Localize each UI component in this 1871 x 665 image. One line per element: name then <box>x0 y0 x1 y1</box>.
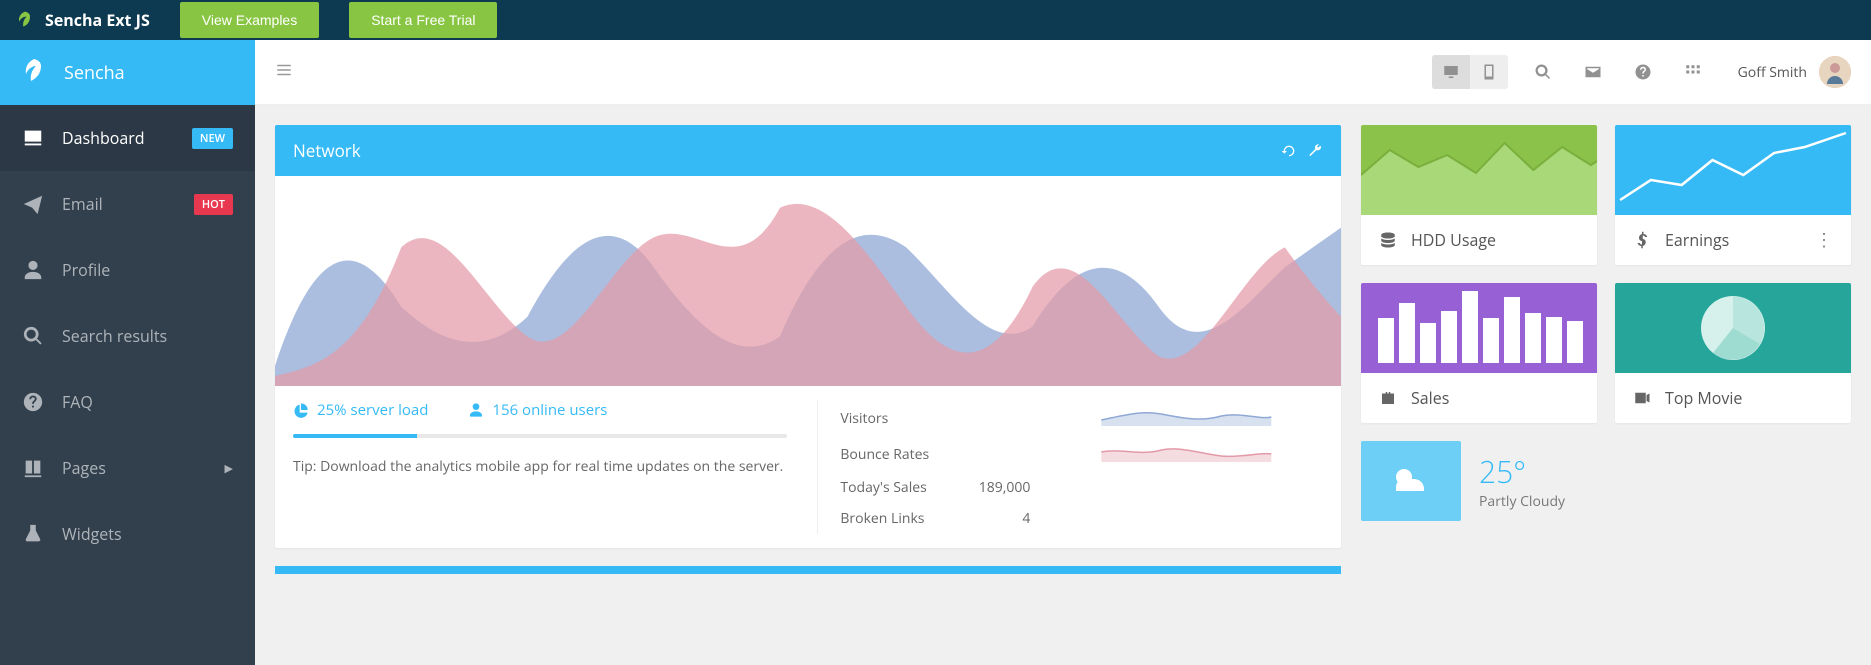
sidebar-item-search[interactable]: Search results <box>0 303 255 369</box>
topmovie-chart <box>1615 283 1851 373</box>
content-area: Network <box>255 105 1871 594</box>
book-icon <box>22 457 44 479</box>
sidebar-item-dashboard[interactable]: Dashboard NEW <box>0 105 255 171</box>
avatar <box>1819 56 1851 88</box>
header-help-button[interactable] <box>1628 57 1658 87</box>
view-mode-toggle <box>1432 55 1508 89</box>
tip-text: Tip: Download the analytics mobile app f… <box>293 456 787 477</box>
wrench-icon[interactable] <box>1307 143 1323 159</box>
hamburger-icon[interactable] <box>275 65 293 84</box>
online-users-stat: 156 online users <box>468 400 607 420</box>
question-icon <box>22 391 44 413</box>
flask-icon <box>22 523 44 545</box>
header-bar: Goff Smith <box>255 40 1871 105</box>
hot-badge: HOT <box>194 194 233 215</box>
banner-logo: Sencha Ext JS <box>15 9 150 31</box>
monitor-icon <box>22 127 44 149</box>
database-icon <box>1379 231 1397 249</box>
stat-sales: Today's Sales 189,000 <box>840 472 1323 503</box>
server-load-progress <box>293 434 787 438</box>
tablet-view-button[interactable] <box>1470 55 1508 89</box>
tile-label: Earnings <box>1665 229 1801 251</box>
sidebar-item-label: Dashboard <box>62 127 174 149</box>
topmovie-tile[interactable]: Top Movie <box>1615 283 1851 423</box>
network-stats-row: 25% server load 156 online users Tip: Do… <box>275 386 1341 548</box>
sidebar-item-label: Profile <box>62 259 233 281</box>
paper-plane-icon <box>22 193 44 215</box>
tile-label: HDD Usage <box>1411 229 1579 251</box>
network-chart <box>275 176 1341 386</box>
user-menu[interactable]: Goff Smith <box>1738 56 1851 88</box>
user-icon <box>22 259 44 281</box>
tile-label: Top Movie <box>1665 387 1833 409</box>
sidebar-item-label: Search results <box>62 325 233 347</box>
banner-title: Sencha Ext JS <box>45 9 150 31</box>
header-apps-button[interactable] <box>1678 57 1708 87</box>
network-panel-header: Network <box>275 125 1341 176</box>
refresh-icon[interactable] <box>1281 143 1297 159</box>
sidebar-item-email[interactable]: Email HOT <box>0 171 255 237</box>
sidebar-item-pages[interactable]: Pages ▶ <box>0 435 255 501</box>
sidebar: Sencha Dashboard NEW Email HOT Profile S… <box>0 40 255 665</box>
weather-condition: Partly Cloudy <box>1479 492 1565 511</box>
sales-tile[interactable]: Sales <box>1361 283 1597 423</box>
new-badge: NEW <box>192 128 233 149</box>
network-panel: Network <box>275 125 1341 548</box>
hdd-chart <box>1361 125 1597 215</box>
briefcase-icon <box>1379 389 1397 407</box>
weather-icon <box>1361 441 1461 521</box>
user-icon <box>468 402 484 418</box>
stat-broken: Broken Links 4 <box>840 503 1323 534</box>
sidebar-brand[interactable]: Sencha <box>0 40 255 105</box>
weather-temp: 25° <box>1479 451 1565 492</box>
header-search-button[interactable] <box>1528 57 1558 87</box>
pie-icon <box>293 402 309 418</box>
sidebar-item-label: Widgets <box>62 523 233 545</box>
sidebar-item-profile[interactable]: Profile <box>0 237 255 303</box>
sencha-leaf-icon <box>15 10 35 30</box>
user-name: Goff Smith <box>1738 63 1807 82</box>
sidebar-brand-label: Sencha <box>64 61 125 85</box>
sidebar-item-label: Pages <box>62 457 207 479</box>
top-banner: Sencha Ext JS View Examples Start a Free… <box>0 0 1871 40</box>
desktop-view-button[interactable] <box>1432 55 1470 89</box>
network-panel-title: Network <box>293 139 1281 162</box>
weather-widget: 25° Partly Cloudy <box>1361 441 1851 521</box>
sidebar-item-widgets[interactable]: Widgets <box>0 501 255 567</box>
header-mail-button[interactable] <box>1578 57 1608 87</box>
earnings-chart <box>1615 125 1851 215</box>
search-icon <box>22 325 44 347</box>
hdd-tile[interactable]: HDD Usage <box>1361 125 1597 265</box>
video-icon <box>1633 389 1651 407</box>
earnings-tile[interactable]: Earnings ⋮ <box>1615 125 1851 265</box>
sales-chart <box>1361 283 1597 373</box>
sidebar-item-label: FAQ <box>62 391 233 413</box>
panel-strip <box>275 566 1341 574</box>
view-examples-button[interactable]: View Examples <box>180 2 319 38</box>
tile-menu-icon[interactable]: ⋮ <box>1815 231 1833 249</box>
main-area: Goff Smith Network <box>255 40 1871 665</box>
sidebar-item-faq[interactable]: FAQ <box>0 369 255 435</box>
dollar-icon <box>1633 231 1651 249</box>
chevron-right-icon: ▶ <box>225 461 233 476</box>
tile-label: Sales <box>1411 387 1579 409</box>
start-trial-button[interactable]: Start a Free Trial <box>349 2 497 38</box>
sidebar-item-label: Email <box>62 193 176 215</box>
stat-bounce: Bounce Rates <box>840 436 1323 472</box>
sencha-logo-icon <box>22 59 46 87</box>
stat-visitors: Visitors <box>840 400 1323 436</box>
server-load-stat: 25% server load <box>293 400 428 420</box>
